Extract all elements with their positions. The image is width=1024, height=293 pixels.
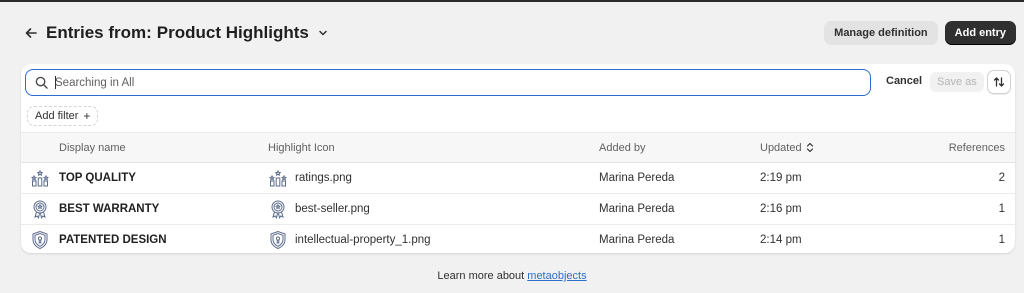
ratings-file-icon <box>268 169 288 187</box>
entry-updated: 2:16 pm <box>760 203 802 215</box>
cancel-button[interactable]: Cancel <box>886 75 922 87</box>
sort-updown-icon <box>806 142 813 153</box>
column-display-name[interactable]: Display name <box>59 142 126 154</box>
entry-display-name: PATENTED DESIGN <box>59 234 167 246</box>
best-seller-icon <box>33 200 47 219</box>
entry-icon-file: intellectual-property_1.png <box>295 234 431 246</box>
entry-added-by: Marina Pereda <box>599 234 675 246</box>
window-top-edge <box>0 0 1024 2</box>
entry-updated: 2:14 pm <box>760 234 802 246</box>
entries-table: Display name Highlight Icon Added by Upd… <box>21 132 1015 253</box>
search-row: Cancel Save as <box>25 69 1011 97</box>
best-seller-file-icon <box>271 200 285 219</box>
table-row[interactable]: TOP QUALITY ratings.png Marina Pereda 2:… <box>21 163 1015 194</box>
footer-text: Learn more about <box>437 270 528 282</box>
entry-display-name: BEST WARRANTY <box>59 203 160 215</box>
column-added-by[interactable]: Added by <box>599 142 645 154</box>
table-row[interactable]: BEST WARRANTY best-seller.png Marina Per… <box>21 194 1015 225</box>
entries-card: Cancel Save as Add filter + Display name… <box>21 64 1015 253</box>
column-references[interactable]: References <box>949 142 1005 154</box>
shield-icon <box>32 230 48 250</box>
shield-file-icon <box>270 230 286 250</box>
entry-added-by: Marina Pereda <box>599 172 675 184</box>
entry-display-name: TOP QUALITY <box>59 172 136 184</box>
entry-added-by: Marina Pereda <box>599 203 675 215</box>
chevron-down-icon[interactable] <box>316 26 330 40</box>
header-actions: Manage definition Add entry <box>824 21 1016 45</box>
filter-row: Add filter + <box>27 106 99 126</box>
footer-help: Learn more about metaobjects <box>0 270 1024 282</box>
metaobjects-link[interactable]: metaobjects <box>527 270 586 282</box>
search-field[interactable] <box>25 69 871 96</box>
page-header: Entries from: Product Highlights Manage d… <box>22 20 1016 46</box>
page-title: Entries from: Product Highlights <box>46 23 309 43</box>
add-filter-label: Add filter <box>35 110 79 122</box>
ratings-icon <box>30 169 50 187</box>
add-filter-button[interactable]: Add filter + <box>27 106 99 126</box>
entry-references: 1 <box>998 203 1005 215</box>
table-header: Display name Highlight Icon Added by Upd… <box>21 132 1015 163</box>
table-row[interactable]: PATENTED DESIGN intellectual-property_1.… <box>21 225 1015 253</box>
column-highlight-icon[interactable]: Highlight Icon <box>268 142 335 154</box>
column-updated-label: Updated <box>760 142 802 154</box>
plus-icon: + <box>83 109 91 123</box>
page-title-prefix: Entries from: <box>46 23 152 42</box>
search-icon <box>35 76 48 89</box>
save-as-button[interactable]: Save as <box>930 72 984 92</box>
search-input[interactable] <box>55 76 835 89</box>
entry-references: 1 <box>998 234 1005 246</box>
entry-references: 2 <box>998 172 1005 184</box>
add-entry-button[interactable]: Add entry <box>944 21 1016 45</box>
manage-definition-button[interactable]: Manage definition <box>824 21 938 45</box>
entry-icon-file: best-seller.png <box>295 203 370 215</box>
page-title-name: Product Highlights <box>156 23 309 42</box>
entry-icon-file: ratings.png <box>295 172 352 184</box>
entry-updated: 2:19 pm <box>760 172 802 184</box>
sort-arrows-icon <box>993 77 1005 87</box>
column-updated[interactable]: Updated <box>760 142 814 154</box>
sort-button[interactable] <box>987 70 1011 94</box>
back-arrow-icon[interactable] <box>22 24 40 42</box>
